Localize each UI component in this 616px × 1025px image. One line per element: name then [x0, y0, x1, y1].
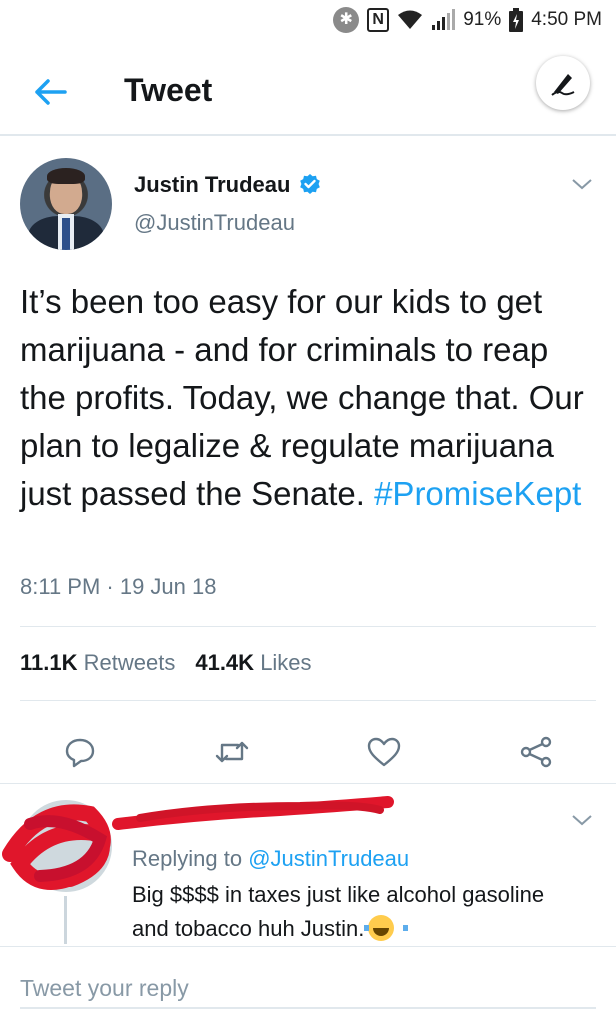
like-button[interactable] — [362, 730, 406, 774]
author-display-name: Justin Trudeau — [134, 172, 291, 197]
reply-text-body: Big $$$$ in taxes just like alcohol gaso… — [132, 882, 545, 941]
tweet-timestamp: 8:11 PM · 19 Jun 18 — [20, 574, 217, 599]
avatar-tie — [62, 218, 70, 250]
tears-of-joy-emoji-icon — [364, 915, 409, 941]
wifi-icon — [398, 10, 423, 29]
nfc-icon: N — [367, 8, 390, 32]
heart-icon — [367, 737, 401, 767]
signal-icon — [432, 9, 456, 30]
thread-line — [64, 896, 67, 944]
bluetooth-icon: ✱ — [333, 7, 360, 33]
compose-feather-icon — [551, 74, 575, 96]
replying-mention-link[interactable]: @JustinTrudeau — [248, 846, 409, 871]
compose-button[interactable] — [536, 56, 590, 110]
retweets-label: Retweets — [83, 650, 176, 675]
divider — [20, 700, 596, 701]
retweet-button[interactable] — [210, 730, 254, 774]
reply-button[interactable] — [58, 730, 102, 774]
author-name-row[interactable]: Justin Trudeau — [134, 172, 322, 198]
hashtag-link[interactable]: #PromiseKept — [374, 475, 581, 512]
status-time: 4:50 PM — [531, 9, 602, 30]
tweet-options-chevron-icon[interactable] — [570, 174, 594, 194]
status-bar-right: ✱ N 91% 4:50 PM — [333, 6, 602, 34]
likes-label: Likes — [260, 650, 312, 675]
reply-input[interactable] — [20, 969, 596, 1009]
likes-count: 41.4K — [195, 650, 255, 675]
share-button[interactable] — [514, 730, 558, 774]
status-bar: ✱ N 91% 4:50 PM — [0, 0, 616, 40]
reply-composer — [0, 946, 616, 1025]
reply-avatar[interactable] — [20, 800, 112, 892]
author-handle[interactable]: @JustinTrudeau — [134, 210, 295, 236]
verified-badge-icon — [300, 174, 321, 194]
divider — [20, 626, 596, 627]
reply-icon — [65, 738, 95, 768]
share-icon — [520, 736, 552, 768]
retweets-count: 11.1K — [20, 650, 78, 675]
replying-to: Replying to @JustinTrudeau — [132, 846, 409, 872]
tweet-text: It’s been too easy for our kids to get m… — [20, 278, 600, 518]
reply-options-chevron-icon[interactable] — [570, 810, 594, 830]
retweet-icon — [215, 741, 249, 763]
retweets-stat[interactable]: 11.1K Retweets — [20, 650, 175, 676]
battery-percent: 91% — [463, 9, 502, 30]
page-title: Tweet — [124, 72, 213, 108]
back-arrow-icon — [35, 79, 67, 105]
avatar[interactable] — [20, 158, 112, 250]
app-header: Tweet — [0, 40, 616, 136]
back-button[interactable] — [28, 70, 72, 114]
replying-prefix: Replying to — [132, 846, 243, 871]
tweet-actions — [0, 722, 616, 782]
battery-icon — [509, 8, 524, 32]
reply-text: Big $$$$ in taxes just like alcohol gaso… — [132, 878, 572, 946]
tweet-stats: 11.1K Retweets 41.4K Likes — [20, 650, 312, 676]
reply-tweet[interactable]: Replying to @JustinTrudeau Big $$$$ in t… — [0, 784, 616, 944]
likes-stat[interactable]: 41.4K Likes — [195, 650, 311, 676]
avatar-hair — [47, 168, 85, 184]
